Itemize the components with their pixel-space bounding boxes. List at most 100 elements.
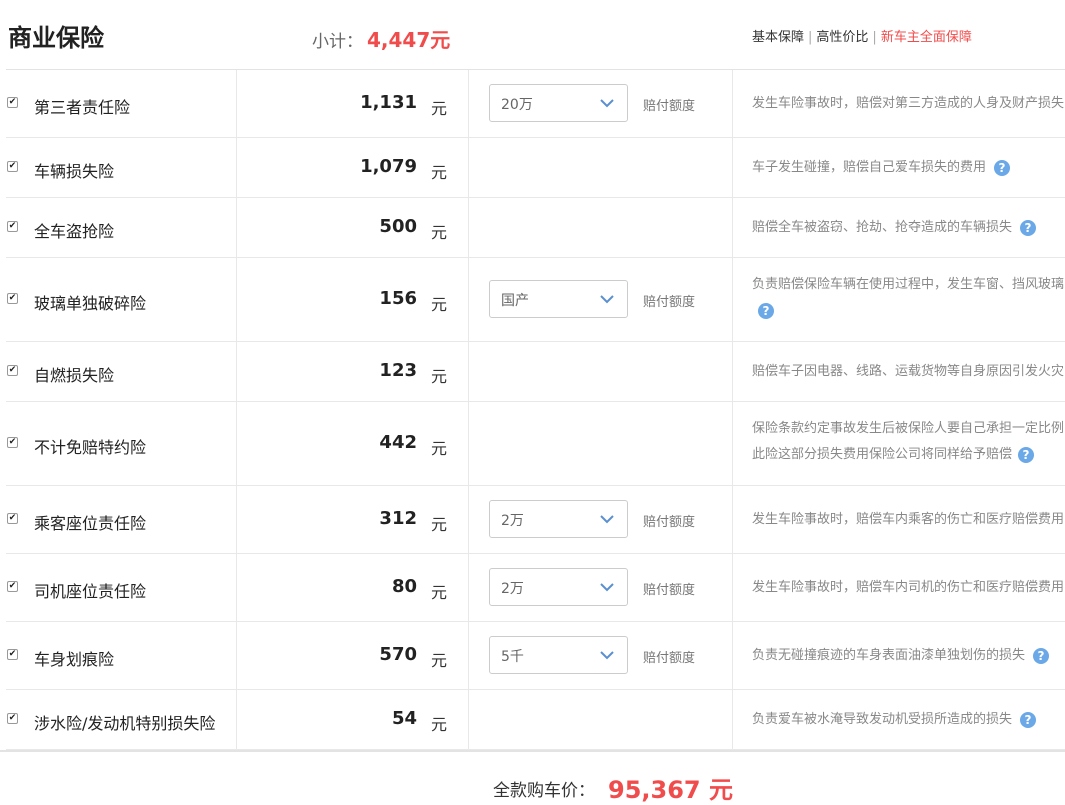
column-divider	[468, 690, 469, 749]
column-divider	[236, 138, 237, 197]
footer: 全款购车价： 95,367 元	[0, 750, 1065, 804]
table-row: ✔ 司机座位责任险 80 元 2万 赔付额度 发生车险事故时，赔偿车内司机的伤亡和医疗赔偿费…	[6, 554, 1065, 622]
tab-full[interactable]: 新车主全面保障	[881, 30, 972, 45]
description-line: 此险这部分损失费用保险公司将同样给予赔偿?	[752, 442, 1065, 468]
insurance-name: 涉水险/发动机特别损失险	[34, 714, 216, 733]
insurance-description: 负责爱车被水淹导致发动机受损所造成的损失?	[752, 707, 1065, 733]
column-divider	[468, 486, 469, 553]
column-divider	[236, 690, 237, 749]
total-label: 全款购车价：	[493, 781, 595, 801]
column-divider	[468, 70, 469, 137]
description-text: 此险这部分损失费用保险公司将同样给予赔偿	[752, 447, 1013, 462]
checkbox-checked-icon[interactable]: ✔	[7, 713, 18, 724]
price-unit: 元	[431, 515, 448, 534]
coverage-label: 赔付额度	[643, 583, 696, 598]
question-icon[interactable]: ?	[1018, 446, 1035, 463]
column-divider	[732, 402, 733, 485]
table-row: ✔ 全车盗抢险 500 元 赔偿全车被盗窃、抢劫、抢夺造成的车辆损失?	[6, 198, 1065, 258]
checkbox-checked-icon[interactable]: ✔	[7, 293, 18, 304]
column-divider	[468, 554, 469, 621]
column-divider	[236, 622, 237, 689]
coverage-select[interactable]: 2万	[489, 500, 628, 538]
checkbox-checked-icon[interactable]: ✔	[7, 437, 18, 448]
checkbox-checked-icon[interactable]: ✔	[7, 97, 18, 108]
insurance-description: 发生车险事故时，赔偿车内司机的伤亡和医疗赔偿费用	[752, 575, 1065, 601]
price-unit: 元	[431, 367, 448, 386]
description-text: 赔偿全车被盗窃、抢劫、抢夺造成的车辆损失	[752, 220, 1013, 235]
insurance-price: 570	[379, 644, 417, 665]
insurance-name: 车身划痕险	[34, 650, 115, 669]
checkbox-checked-icon[interactable]: ✔	[7, 513, 18, 524]
insurance-description: 负责赔偿保险车辆在使用过程中，发生车窗、挡风玻璃?	[752, 272, 1065, 324]
description-text: 发生车险事故时，赔偿对第三方造成的人身及财产损失	[752, 96, 1065, 111]
insurance-price: 123	[379, 360, 417, 381]
tab-divider: |	[872, 30, 877, 45]
coverage-select[interactable]: 国产	[489, 280, 628, 318]
insurance-description: 保险条款约定事故发生后被保险人要自己承担一定比例 此险这部分损失费用保险公司将同样…	[752, 416, 1065, 468]
description-line: 保险条款约定事故发生后被保险人要自己承担一定比例	[752, 421, 1065, 436]
coverage-label: 赔付额度	[643, 651, 696, 666]
insurance-price: 1,131	[360, 92, 417, 113]
column-divider	[468, 258, 469, 341]
chevron-down-icon	[600, 295, 614, 304]
subtotal-value: 4,447元	[367, 28, 451, 52]
column-divider	[468, 402, 469, 485]
question-icon[interactable]: ?	[1033, 647, 1050, 664]
question-icon[interactable]: ?	[994, 159, 1011, 176]
description-text: 车子发生碰撞，赔偿自己爱车损失的费用	[752, 160, 987, 175]
question-icon[interactable]: ?	[1020, 711, 1037, 728]
tab-value[interactable]: 高性价比	[816, 30, 868, 45]
insurance-name: 司机座位责任险	[34, 582, 147, 601]
price-unit: 元	[431, 295, 448, 314]
insurance-price: 80	[391, 576, 417, 597]
insurance-description: 发生车险事故时，赔偿对第三方造成的人身及财产损失	[752, 91, 1065, 117]
checkbox-checked-icon[interactable]: ✔	[7, 365, 18, 376]
coverage-select-value: 20万	[501, 97, 533, 113]
column-divider	[732, 258, 733, 341]
price-unit: 元	[431, 163, 448, 182]
chevron-down-icon	[600, 583, 614, 592]
insurance-price: 156	[379, 288, 417, 309]
price-unit: 元	[431, 99, 448, 118]
column-divider	[732, 486, 733, 553]
table-row: ✔ 自燃损失险 123 元 赔偿车子因电器、线路、运载货物等自身原因引发火灾	[6, 342, 1065, 402]
coverage-select[interactable]: 5千	[489, 636, 628, 674]
coverage-label: 赔付额度	[643, 515, 696, 530]
column-divider	[236, 486, 237, 553]
insurance-price: 54	[391, 708, 417, 729]
checkbox-checked-icon[interactable]: ✔	[7, 581, 18, 592]
page-title: 商业保险	[8, 24, 104, 52]
description-text: 赔偿车子因电器、线路、运载货物等自身原因引发火灾	[752, 364, 1065, 379]
column-divider	[732, 342, 733, 401]
insurance-name: 玻璃单独破碎险	[34, 294, 147, 313]
description-text: 发生车险事故时，赔偿车内司机的伤亡和医疗赔偿费用	[752, 580, 1065, 595]
column-divider	[236, 342, 237, 401]
column-divider	[236, 70, 237, 137]
coverage-select[interactable]: 2万	[489, 568, 628, 606]
insurance-description: 发生车险事故时，赔偿车内乘客的伤亡和医疗赔偿费用	[752, 507, 1065, 533]
column-divider	[236, 554, 237, 621]
subtotal-label: 小计：	[312, 32, 363, 52]
price-unit: 元	[431, 583, 448, 602]
column-divider	[236, 402, 237, 485]
question-icon[interactable]: ?	[1020, 219, 1037, 236]
column-divider	[732, 198, 733, 257]
total-value: 95,367 元	[608, 776, 733, 804]
description-line: 负责赔偿保险车辆在使用过程中，发生车窗、挡风玻璃	[752, 277, 1065, 292]
coverage-select[interactable]: 20万	[489, 84, 628, 122]
table-row: ✔ 乘客座位责任险 312 元 2万 赔付额度 发生车险事故时，赔偿车内乘客的伤亡和医疗赔偿…	[6, 486, 1065, 554]
checkbox-checked-icon[interactable]: ✔	[7, 161, 18, 172]
checkbox-checked-icon[interactable]: ✔	[7, 649, 18, 660]
insurance-name: 乘客座位责任险	[34, 514, 147, 533]
column-divider	[732, 554, 733, 621]
coverage-select-value: 2万	[501, 581, 524, 597]
table-row: ✔ 涉水险/发动机特别损失险 54 元 负责爱车被水淹导致发动机受损所造成的损失?	[6, 690, 1065, 750]
header: 商业保险 小计： 4,447元 基本保障 | 高性价比 | 新车主全面保障	[0, 0, 1065, 69]
chevron-down-icon	[600, 99, 614, 108]
question-icon[interactable]: ?	[758, 302, 774, 319]
checkbox-checked-icon[interactable]: ✔	[7, 221, 18, 232]
table-row: ✔ 玻璃单独破碎险 156 元 国产 赔付额度 负责赔偿保险车辆在使用过程中，发生车窗、挡风…	[6, 258, 1065, 342]
table-row: ✔ 第三者责任险 1,131 元 20万 赔付额度 发生车险事故时，赔偿对第三方造成的人身及…	[6, 70, 1065, 138]
tab-basic[interactable]: 基本保障	[752, 30, 804, 45]
insurance-price: 312	[379, 508, 417, 529]
